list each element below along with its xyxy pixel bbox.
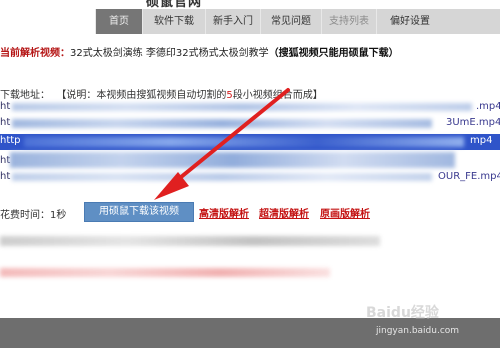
watermark-url: jingyan.baidu.com: [376, 326, 460, 336]
baidu-jingyan-watermark: Baidu经验: [366, 305, 439, 321]
annotation-arrow-icon: [154, 88, 290, 200]
